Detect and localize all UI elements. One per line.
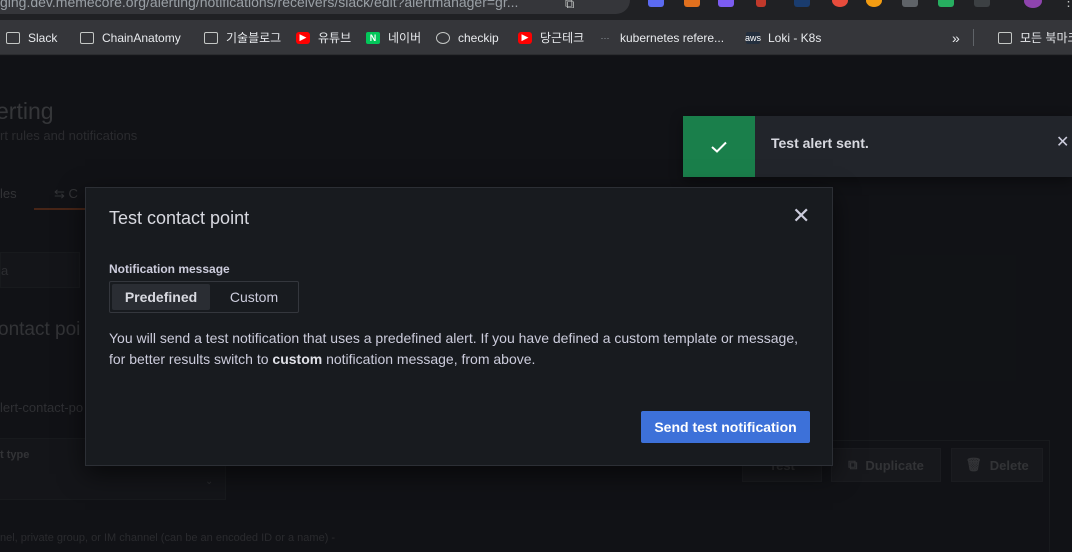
- bookmark-kubernetes[interactable]: ··· kubernetes refere...: [598, 20, 725, 55]
- bookmarks-divider: [973, 29, 974, 46]
- extension-icon[interactable]: [938, 0, 954, 7]
- aws-icon: aws: [745, 31, 762, 44]
- folder-icon: [6, 31, 20, 44]
- globe-icon: [436, 31, 450, 44]
- youtube-icon: ▶: [296, 31, 310, 44]
- folder-icon: [998, 31, 1012, 44]
- close-icon[interactable]: ✕: [792, 205, 810, 227]
- extension-icon[interactable]: [974, 0, 990, 7]
- bookmarks-overflow-button[interactable]: »: [952, 20, 960, 55]
- address-bar-actions[interactable]: ⧉ ☆: [565, 0, 630, 14]
- success-toast: Test alert sent. ✕: [683, 116, 1072, 177]
- extension-icon[interactable]: [756, 0, 766, 7]
- extension-icon[interactable]: [648, 0, 664, 7]
- modal-description: You will send a test notification that u…: [109, 330, 799, 367]
- option-predefined[interactable]: Predefined: [112, 284, 210, 310]
- address-bar[interactable]: ging.dev.memecore.org/alerting/notificat…: [0, 0, 630, 14]
- emphasis-custom: custom: [272, 351, 323, 367]
- bookmark-slack[interactable]: Slack: [6, 20, 57, 55]
- extension-icon[interactable]: [794, 0, 810, 7]
- bookmarks-bar: Slack ChainAnatomy 기술블로그 ▶ 유튜브 N 네이버 check…: [0, 20, 1072, 55]
- bookmark-naver[interactable]: N 네이버: [366, 20, 421, 55]
- extension-icon[interactable]: [718, 0, 734, 7]
- toast-status: [683, 116, 755, 177]
- check-icon: [711, 141, 727, 153]
- test-contact-point-modal: Test contact point ✕ Notification messag…: [85, 187, 833, 466]
- profile-avatar[interactable]: [1024, 0, 1042, 8]
- notification-message-radio-group: Predefined Custom: [109, 281, 299, 313]
- browser-top-bar: ging.dev.memecore.org/alerting/notificat…: [0, 0, 1072, 20]
- naver-icon: N: [366, 31, 380, 44]
- extension-icon[interactable]: [832, 0, 848, 7]
- bookmark-tech-blog[interactable]: 기술블로그: [204, 20, 281, 55]
- youtube-icon: ▶: [518, 31, 532, 44]
- option-custom[interactable]: Custom: [212, 284, 296, 310]
- address-bar-url[interactable]: ging.dev.memecore.org/alerting/notificat…: [0, 0, 518, 10]
- kubernetes-icon: ···: [600, 32, 610, 43]
- folder-icon: [204, 31, 218, 44]
- send-test-notification-button[interactable]: Send test notification: [641, 411, 810, 443]
- notification-message-label: Notification message: [109, 262, 230, 276]
- bookmark-all-bookmarks[interactable]: 모든 북마크: [998, 20, 1072, 55]
- folder-icon: [80, 31, 94, 44]
- toast-message: Test alert sent.: [771, 135, 869, 151]
- bookmark-loki[interactable]: aws Loki - K8s: [745, 20, 821, 55]
- extension-icon[interactable]: [902, 0, 918, 7]
- extension-icon[interactable]: [684, 0, 700, 7]
- modal-title: Test contact point: [109, 208, 250, 228]
- close-icon[interactable]: ✕: [1056, 132, 1069, 152]
- bookmark-chainanatomy[interactable]: ChainAnatomy: [80, 20, 181, 55]
- browser-menu-icon[interactable]: ⋮: [1062, 0, 1072, 10]
- bookmark-daangn-tech[interactable]: ▶ 당근테크: [518, 20, 584, 55]
- bookmark-youtube[interactable]: ▶ 유튜브: [296, 20, 351, 55]
- extension-icon[interactable]: [866, 0, 882, 7]
- bookmark-checkip[interactable]: checkip: [436, 20, 499, 55]
